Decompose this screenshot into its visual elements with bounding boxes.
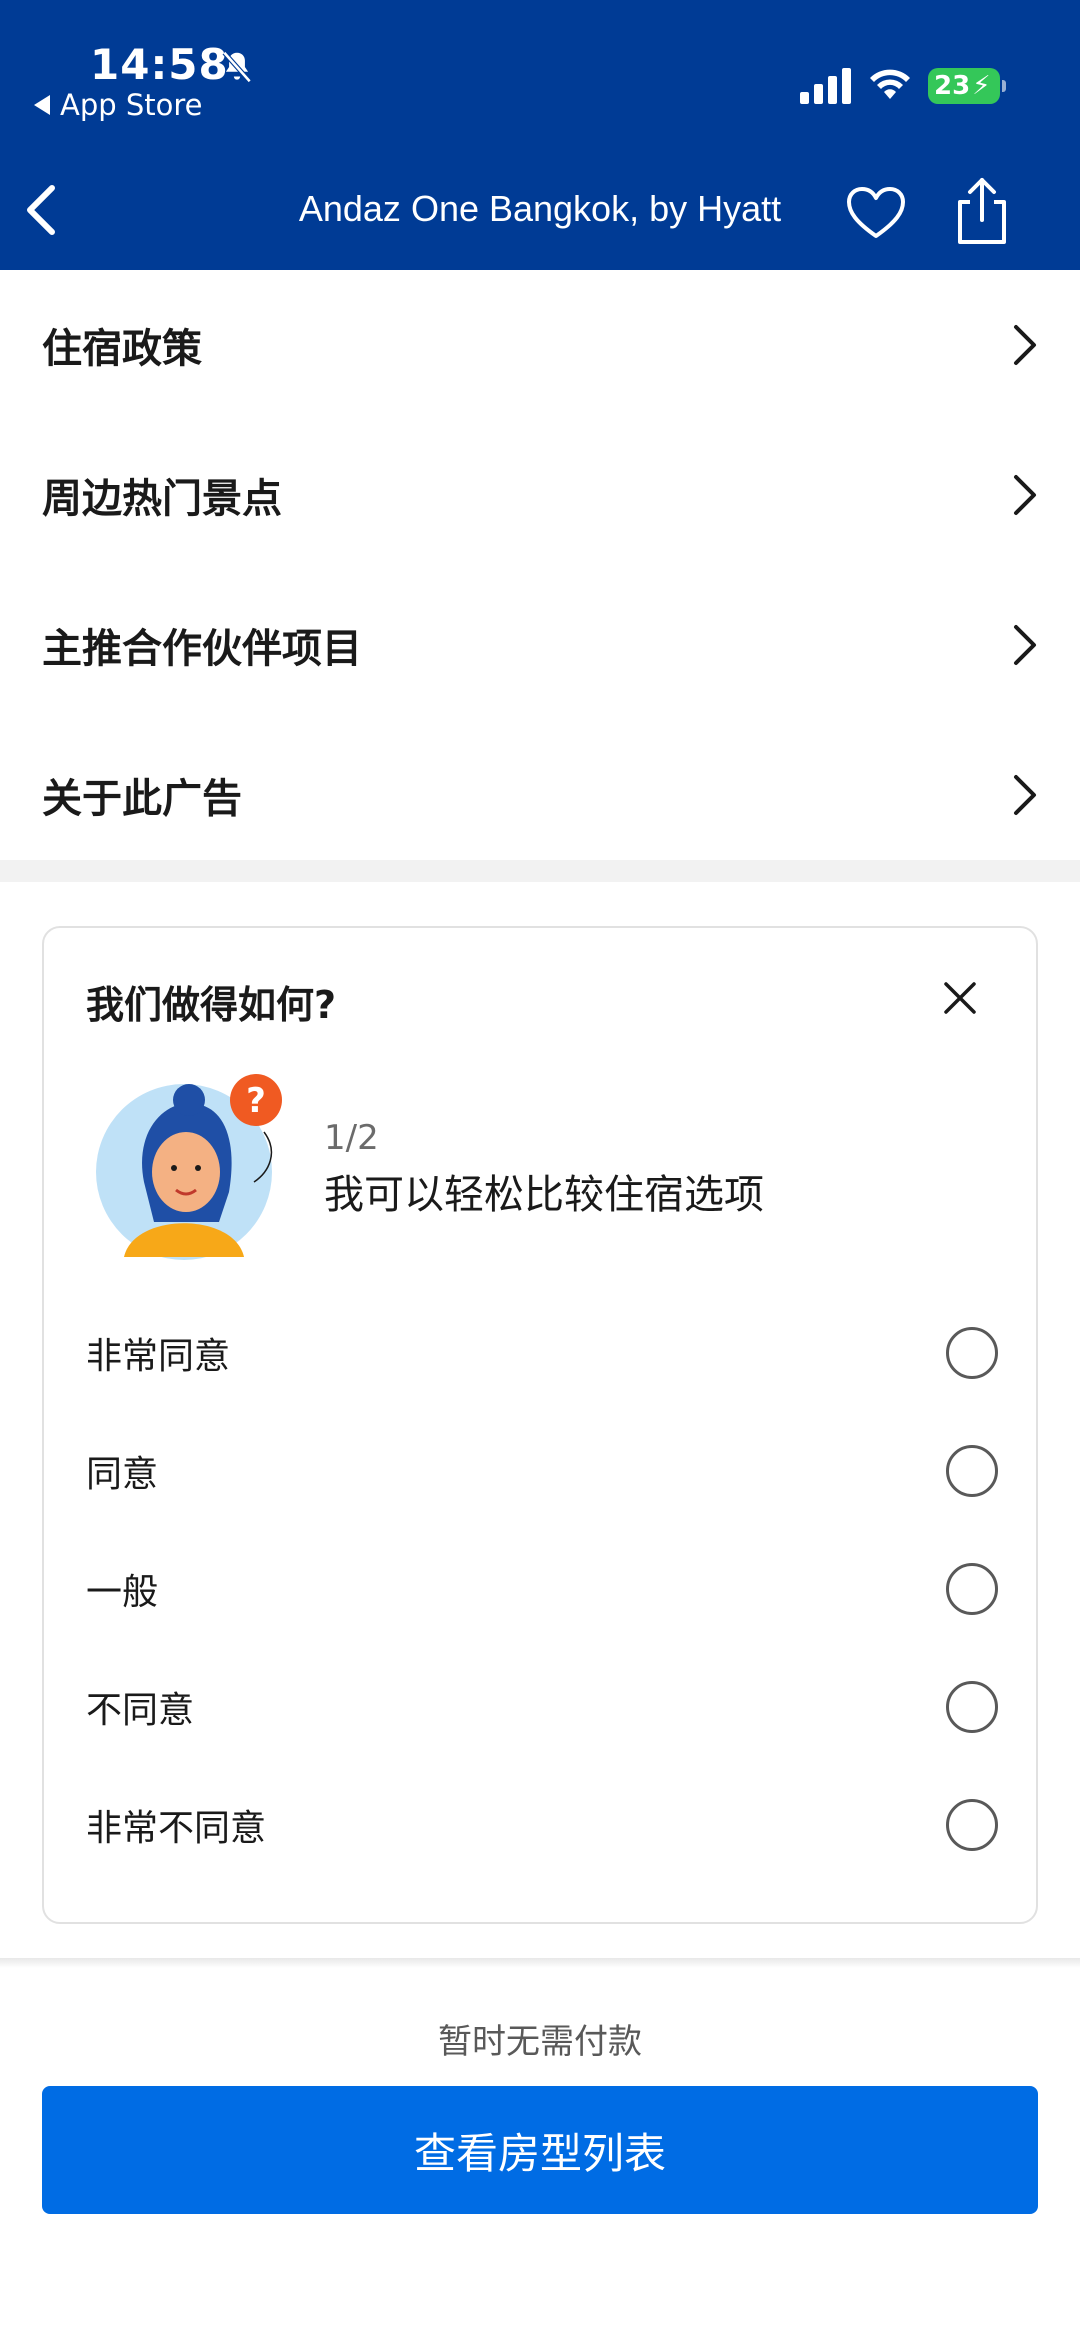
signal-icon [800,68,851,104]
survey-option-strongly-agree[interactable]: 非常同意 [86,1294,998,1412]
survey-option-agree[interactable]: 同意 [86,1412,998,1530]
chevron-right-icon [1014,475,1036,515]
radio-button[interactable] [946,1563,998,1615]
menu-item-label: 关于此广告 [42,776,242,822]
survey-step: 1/2 [324,1118,379,1158]
chevron-right-icon [1014,625,1036,665]
header: 14:58 App Store 23 ⚡ Andaz One Bangkok, … [0,0,1080,270]
status-time: 14:58 [90,40,229,89]
heart-icon[interactable] [846,186,906,240]
radio-button[interactable] [946,1681,998,1733]
menu-item-label: 周边热门景点 [42,476,282,522]
page-title: Andaz One Bangkok, by Hyatt [298,188,782,229]
bell-slash-icon [222,51,252,83]
menu-item-policies[interactable]: 住宿政策 [0,270,1080,420]
menu-item-partner-program[interactable]: 主推合作伙伴项目 [0,570,1080,720]
survey-option-strongly-disagree[interactable]: 非常不同意 [86,1766,998,1884]
survey-options: 非常同意 同意 一般 不同意 非常不同意 [86,1294,998,1884]
menu-item-nearby-attractions[interactable]: 周边热门景点 [0,420,1080,570]
survey-avatar-illustration: ? [96,1074,282,1260]
close-icon[interactable] [940,978,980,1018]
radio-button[interactable] [946,1445,998,1497]
section-divider [0,860,1080,882]
option-label: 非常同意 [86,1336,231,1377]
svg-text:?: ? [246,1081,266,1121]
battery-level: 23 [934,71,971,101]
radio-button[interactable] [946,1799,998,1851]
bottom-bar-shadow [0,1958,1080,1968]
feedback-survey-card: 我们做得如何? ? 1/2 我可以轻松比较住宿选项 非常同意 同意 一般 不同意… [42,926,1038,1924]
survey-option-neutral[interactable]: 一般 [86,1530,998,1648]
chevron-right-icon [1014,325,1036,365]
option-label: 非常不同意 [86,1808,267,1849]
survey-title: 我们做得如何? [86,983,337,1027]
battery-icon: 23 ⚡ [928,68,1006,104]
menu-item-label: 住宿政策 [42,326,202,372]
share-icon[interactable] [952,176,1012,246]
option-label: 不同意 [86,1690,195,1731]
option-label: 一般 [86,1572,159,1613]
menu-item-label: 主推合作伙伴项目 [42,626,362,672]
radio-button[interactable] [946,1327,998,1379]
back-triangle-icon [34,95,50,115]
menu-item-about-ad[interactable]: 关于此广告 [0,720,1080,870]
survey-option-disagree[interactable]: 不同意 [86,1648,998,1766]
back-app-label: App Store [60,88,203,122]
wifi-icon [870,69,910,99]
pay-note: 暂时无需付款 [438,2022,642,2062]
view-room-types-button[interactable]: 查看房型列表 [42,2086,1038,2214]
back-to-app-store[interactable]: App Store [34,88,203,122]
charging-bolt-icon: ⚡ [972,71,991,101]
info-menu: 住宿政策 周边热门景点 主推合作伙伴项目 关于此广告 [0,270,1080,870]
option-label: 同意 [86,1454,159,1495]
survey-question: 我可以轻松比较住宿选项 [324,1172,764,1218]
chevron-right-icon [1014,775,1036,815]
